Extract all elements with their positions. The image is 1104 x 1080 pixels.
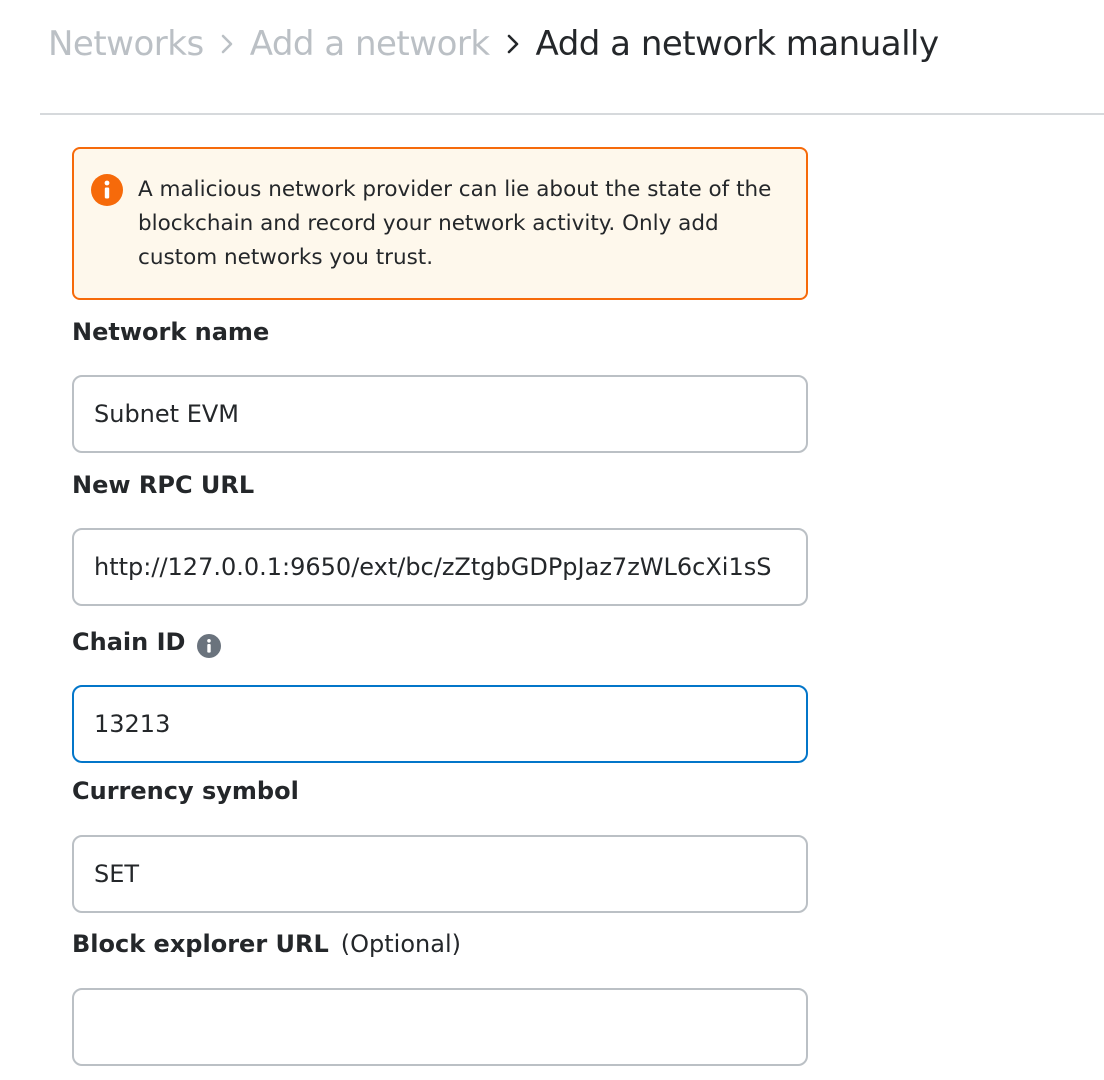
warning-message: A malicious network provider can lie abo… [138,177,772,270]
page-title: Add a network manually [535,24,940,64]
network-name-label-text: Network name [72,318,270,346]
rpc-url-label: New RPC URL [72,471,254,499]
currency-symbol-input[interactable] [72,835,808,913]
block-explorer-input[interactable] [72,988,808,1066]
chain-id-label: Chain ID [72,628,222,658]
security-warning-banner: A malicious network provider can lie abo… [72,147,808,300]
header-divider [40,113,1104,115]
chevron-right-icon [204,24,250,64]
info-icon[interactable] [197,634,222,658]
currency-symbol-label-text: Currency symbol [72,777,299,805]
currency-symbol-label: Currency symbol [72,777,299,805]
breadcrumb: Networks Add a network Add a network man… [48,16,939,72]
add-network-page: Networks Add a network Add a network man… [0,0,1104,1080]
breadcrumb-networks[interactable]: Networks [48,24,204,64]
rpc-url-input[interactable] [72,528,808,606]
chevron-right-icon [490,24,536,64]
rpc-url-label-text: New RPC URL [72,471,255,499]
chain-id-label-text: Chain ID [72,628,186,656]
info-circle-icon [91,174,123,206]
network-name-label: Network name [72,318,269,346]
optional-tag: (Optional) [340,930,461,958]
block-explorer-label-text: Block explorer URL [72,930,329,958]
breadcrumb-add-network[interactable]: Add a network [250,24,490,64]
chain-id-input[interactable] [72,685,808,763]
block-explorer-label: Block explorer URL (Optional) [72,930,461,958]
network-name-input[interactable] [72,375,808,453]
